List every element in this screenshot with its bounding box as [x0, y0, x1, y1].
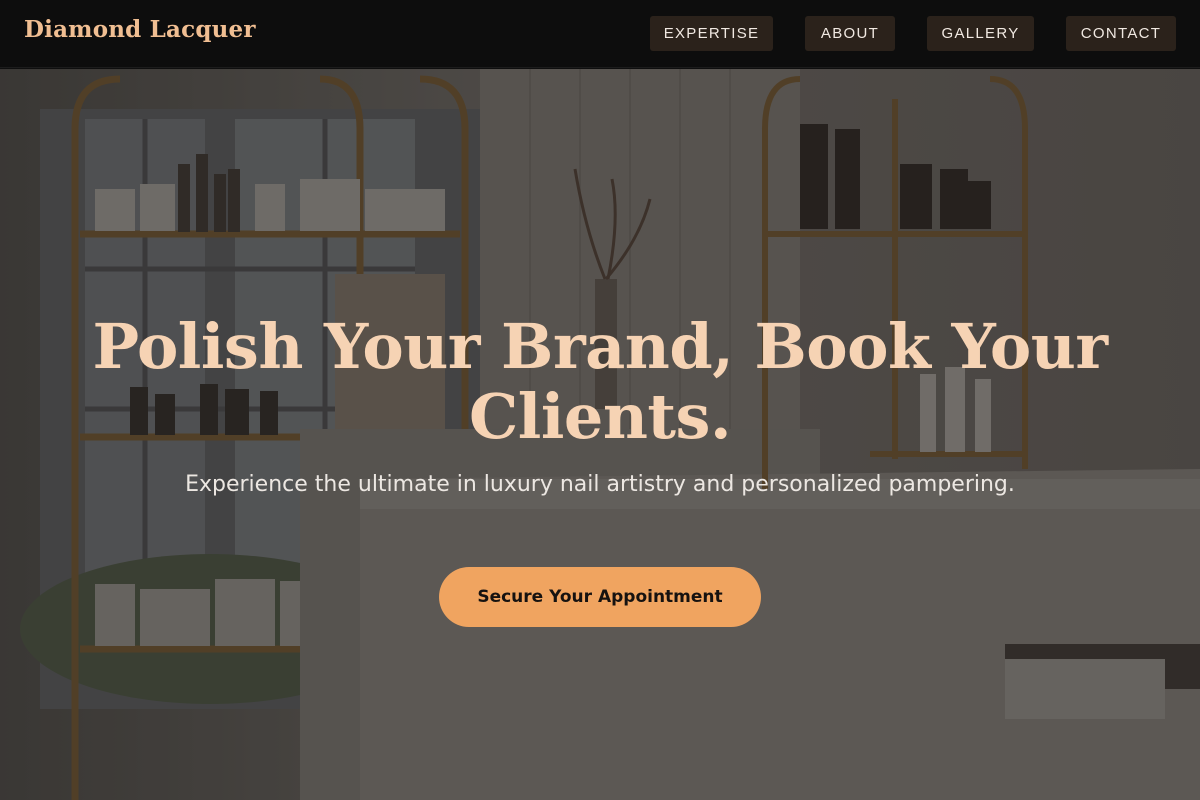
brand-logo[interactable]: Diamond Lacquer [24, 16, 256, 43]
hero-headline: Polish Your Brand, Book Your Clients. [92, 310, 1109, 453]
hero-section: Polish Your Brand, Book Your Clients. Ex… [0, 69, 1200, 800]
nav-gallery-button[interactable]: GALLERY [927, 16, 1034, 51]
hero-subheadline: Experience the ultimate in luxury nail a… [185, 472, 1015, 497]
nav-contact-button[interactable]: CONTACT [1066, 16, 1176, 51]
nav-expertise-button[interactable]: EXPERTISE [650, 16, 773, 51]
book-appointment-button[interactable]: Secure Your Appointment [439, 567, 761, 627]
nav-about-button[interactable]: ABOUT [805, 16, 895, 51]
site-header: Diamond Lacquer EXPERTISE ABOUT GALLERY … [0, 0, 1200, 68]
